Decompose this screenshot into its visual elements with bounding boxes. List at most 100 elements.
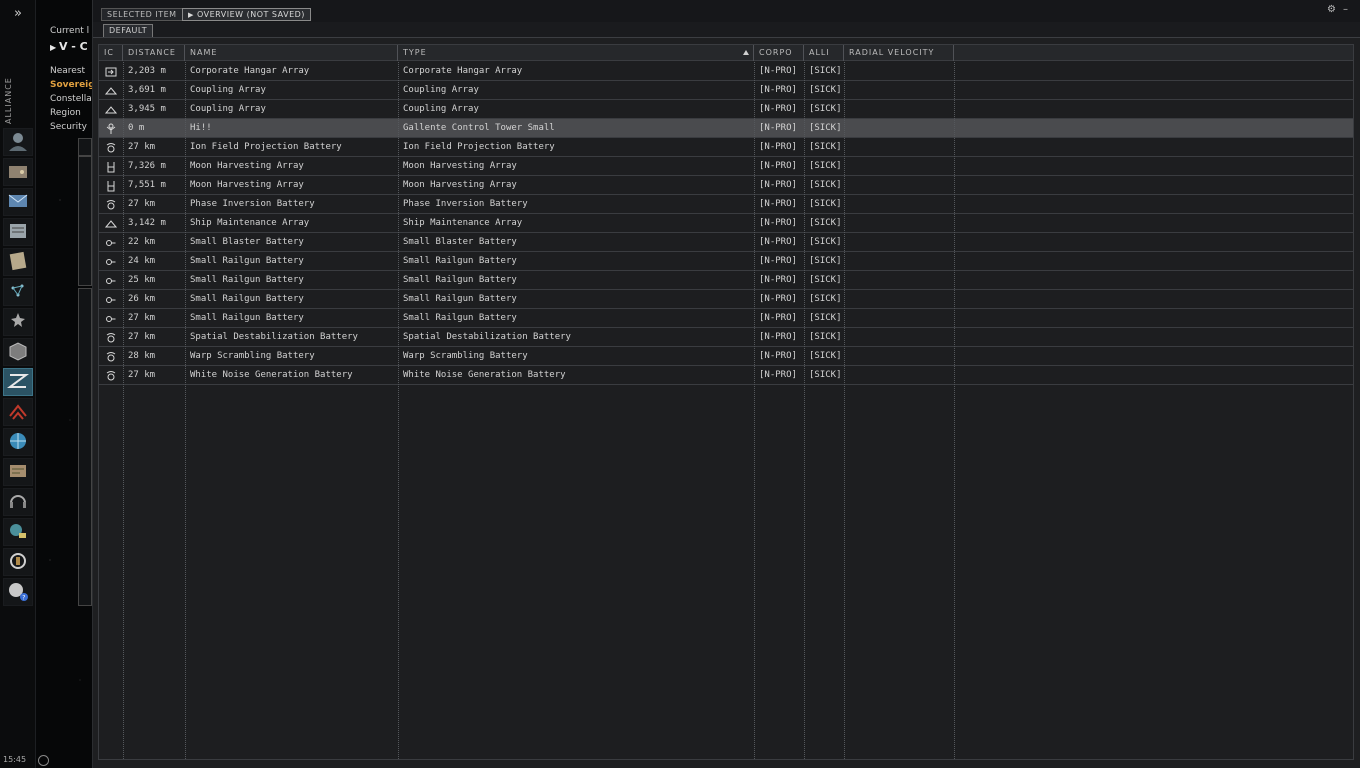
cell-alliance: [SICK] [809, 237, 842, 247]
tab-overview[interactable]: ▶ OVERVIEW (NOT SAVED) [182, 8, 311, 21]
svg-text:?: ? [22, 594, 25, 601]
wallet-icon [6, 160, 30, 185]
cell-radial [844, 214, 954, 233]
table-row[interactable]: 22 km Small Blaster Battery Small Blaster … [99, 233, 1353, 252]
table-row[interactable]: 27 km Small Railgun Battery Small Railgun … [99, 309, 1353, 328]
neocom-button-wallet[interactable] [3, 158, 33, 186]
neocom-button-market[interactable] [3, 458, 33, 486]
cell-corp: [N-PRO] [759, 66, 797, 76]
table-row[interactable]: 3,945 m Coupling Array Coupling Array [N-PR… [99, 100, 1353, 119]
cell-type: Ion Field Projection Battery [403, 142, 555, 152]
neocom-button-notepad[interactable] [3, 248, 33, 276]
cell-type: Coupling Array [403, 85, 479, 95]
neocom-button-audio[interactable] [3, 488, 33, 516]
neocom-button-help[interactable]: ? [3, 578, 33, 606]
table-row[interactable]: 26 km Small Railgun Battery Small Railgun … [99, 290, 1353, 309]
neocom-button-assets[interactable] [3, 338, 33, 366]
location-panel: Current l ▶ V - C Nearest Sovereig Const… [40, 20, 96, 760]
table-row[interactable]: 27 km Phase Inversion Battery Phase Invers… [99, 195, 1353, 214]
column-header-alliance[interactable]: ALLI [804, 45, 844, 61]
cell-corp: [N-PRO] [759, 161, 797, 171]
structure-icon [99, 214, 123, 233]
neocom-button-fleet[interactable] [3, 398, 33, 426]
column-header-type[interactable]: TYPE [398, 45, 754, 61]
neocom-button-browser[interactable] [3, 428, 33, 456]
mail-icon [6, 190, 30, 215]
cell-name: Small Railgun Battery [190, 313, 304, 323]
cell-alliance: [SICK] [809, 142, 842, 152]
column-divider [754, 62, 755, 759]
tab-selected-item[interactable]: SELECTED ITEM [101, 8, 183, 21]
table-row[interactable]: 0 m Hi!! Gallente Control Tower Small [N-PR… [99, 119, 1353, 138]
cell-type: Small Railgun Battery [403, 275, 517, 285]
table-row[interactable]: 2,203 m Corporate Hangar Array Corporate H… [99, 62, 1353, 81]
cell-distance: 2,203 m [128, 66, 166, 76]
cell-alliance: [SICK] [809, 218, 842, 228]
expand-arrow-icon: ▶ [50, 43, 59, 52]
cell-radial [844, 157, 954, 176]
cell-distance: 27 km [128, 332, 156, 342]
ewar-battery-icon [99, 195, 123, 214]
fleet-icon [6, 400, 30, 425]
column-header-radial[interactable]: RADIAL VELOCITY [844, 45, 954, 61]
cell-radial [844, 62, 954, 81]
column-header-icon[interactable]: IC [99, 45, 123, 61]
options-icon[interactable]: ⚙ [1327, 4, 1336, 15]
cell-distance: 27 km [128, 370, 156, 380]
cell-radial [844, 100, 954, 119]
table-row[interactable]: 28 km Warp Scrambling Battery Warp Scrambl… [99, 347, 1353, 366]
column-header-label: NAME [190, 48, 218, 57]
planetary-icon [6, 370, 30, 395]
overview-table: IC DISTANCE NAME TYPE CORPO ALLI RADIAL VELOCI… [98, 44, 1354, 760]
help-icon: ? [6, 580, 30, 605]
cell-distance: 3,691 m [128, 85, 166, 95]
table-row[interactable]: 3,691 m Coupling Array Coupling Array [N-PR… [99, 81, 1353, 100]
neocom-button-map[interactable] [3, 278, 33, 306]
table-row[interactable]: 27 km Ion Field Projection Battery Ion Fie… [99, 138, 1353, 157]
table-row[interactable]: 3,142 m Ship Maintenance Array Ship Mainte… [99, 214, 1353, 233]
neocom-button-science[interactable] [3, 518, 33, 546]
alliance-label[interactable]: ALLIANCE [4, 76, 20, 126]
cell-corp: [N-PRO] [759, 180, 797, 190]
neocom-button-planetary[interactable] [3, 368, 33, 396]
neocom-button-corporation[interactable] [3, 218, 33, 246]
table-row[interactable]: 24 km Small Railgun Battery Small Railgun … [99, 252, 1353, 271]
cell-name: Small Railgun Battery [190, 256, 304, 266]
cell-radial [844, 309, 954, 328]
table-row[interactable]: 27 km Spatial Destabilization Battery Spat… [99, 328, 1353, 347]
cell-distance: 24 km [128, 256, 156, 266]
table-row[interactable]: 25 km Small Railgun Battery Small Railgun … [99, 271, 1353, 290]
window-titlebar[interactable]: SELECTED ITEM ▶ OVERVIEW (NOT SAVED) ⚙ – [93, 0, 1360, 22]
column-header-label: DISTANCE [128, 48, 176, 57]
table-row[interactable]: 27 km White Noise Generation Battery White… [99, 366, 1353, 385]
column-header-distance[interactable]: DISTANCE [123, 45, 185, 61]
cell-corp: [N-PRO] [759, 313, 797, 323]
neocom-expand-button[interactable]: » [9, 6, 27, 22]
column-header-corp[interactable]: CORPO [754, 45, 804, 61]
region-label: Region [50, 108, 81, 118]
hidden-panel-frame [78, 138, 92, 156]
cell-alliance: [SICK] [809, 370, 842, 380]
column-divider [398, 62, 399, 759]
cell-corp: [N-PRO] [759, 123, 797, 133]
table-row[interactable]: 7,326 m Moon Harvesting Array Moon Harvest… [99, 157, 1353, 176]
neocom-button-character[interactable] [3, 128, 33, 156]
cell-name: Moon Harvesting Array [190, 161, 304, 171]
table-row[interactable]: 7,551 m Moon Harvesting Array Moon Harvest… [99, 176, 1353, 195]
neocom-button-mail[interactable] [3, 188, 33, 216]
system-name[interactable]: ▶ V - C [50, 40, 96, 53]
science-icon [6, 520, 30, 545]
browser-icon [6, 430, 30, 455]
neocom-button-settings[interactable] [3, 548, 33, 576]
cell-corp: [N-PRO] [759, 218, 797, 228]
minimize-icon[interactable]: – [1343, 4, 1348, 15]
cell-corp: [N-PRO] [759, 294, 797, 304]
sovereignty-label[interactable]: Sovereig [50, 80, 96, 90]
cell-distance: 3,945 m [128, 104, 166, 114]
turret-icon [99, 290, 123, 309]
cell-radial [844, 119, 954, 138]
neocom-button-starmap[interactable] [3, 308, 33, 336]
column-header-name[interactable]: NAME [185, 45, 398, 61]
tab-default[interactable]: DEFAULT [103, 24, 154, 37]
cell-distance: 27 km [128, 199, 156, 209]
